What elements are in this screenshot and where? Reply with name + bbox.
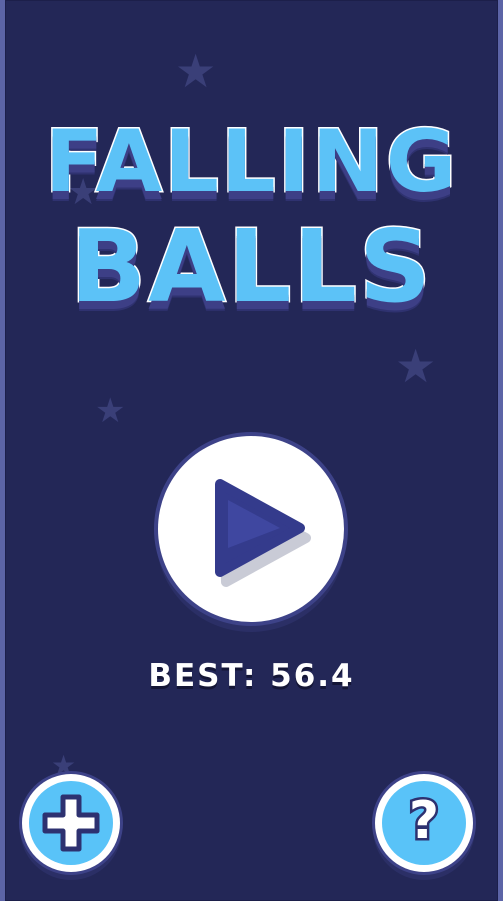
best-value: 56.4 (270, 658, 355, 694)
play-icon (215, 479, 311, 587)
question-icon: ? (406, 789, 441, 854)
game-title-line2: BALLS (68, 207, 434, 327)
plus-icon (42, 794, 100, 852)
star-icon: ★ (395, 339, 437, 393)
star-icon: ★ (175, 44, 217, 98)
help-button-face: ? (382, 781, 466, 865)
best-label: BEST: (148, 658, 258, 694)
add-button[interactable] (22, 774, 120, 872)
best-score: BEST: 56.4 (5, 658, 498, 694)
game-screen: ★ ★ ★ ★ ★ FALLING BALLS BEST: 56.4 ? (5, 0, 498, 901)
game-title-line1: FALLING (43, 111, 459, 214)
help-button[interactable]: ? (375, 774, 473, 872)
play-button[interactable] (158, 436, 344, 622)
star-icon: ★ (95, 391, 126, 431)
add-button-face (29, 781, 113, 865)
